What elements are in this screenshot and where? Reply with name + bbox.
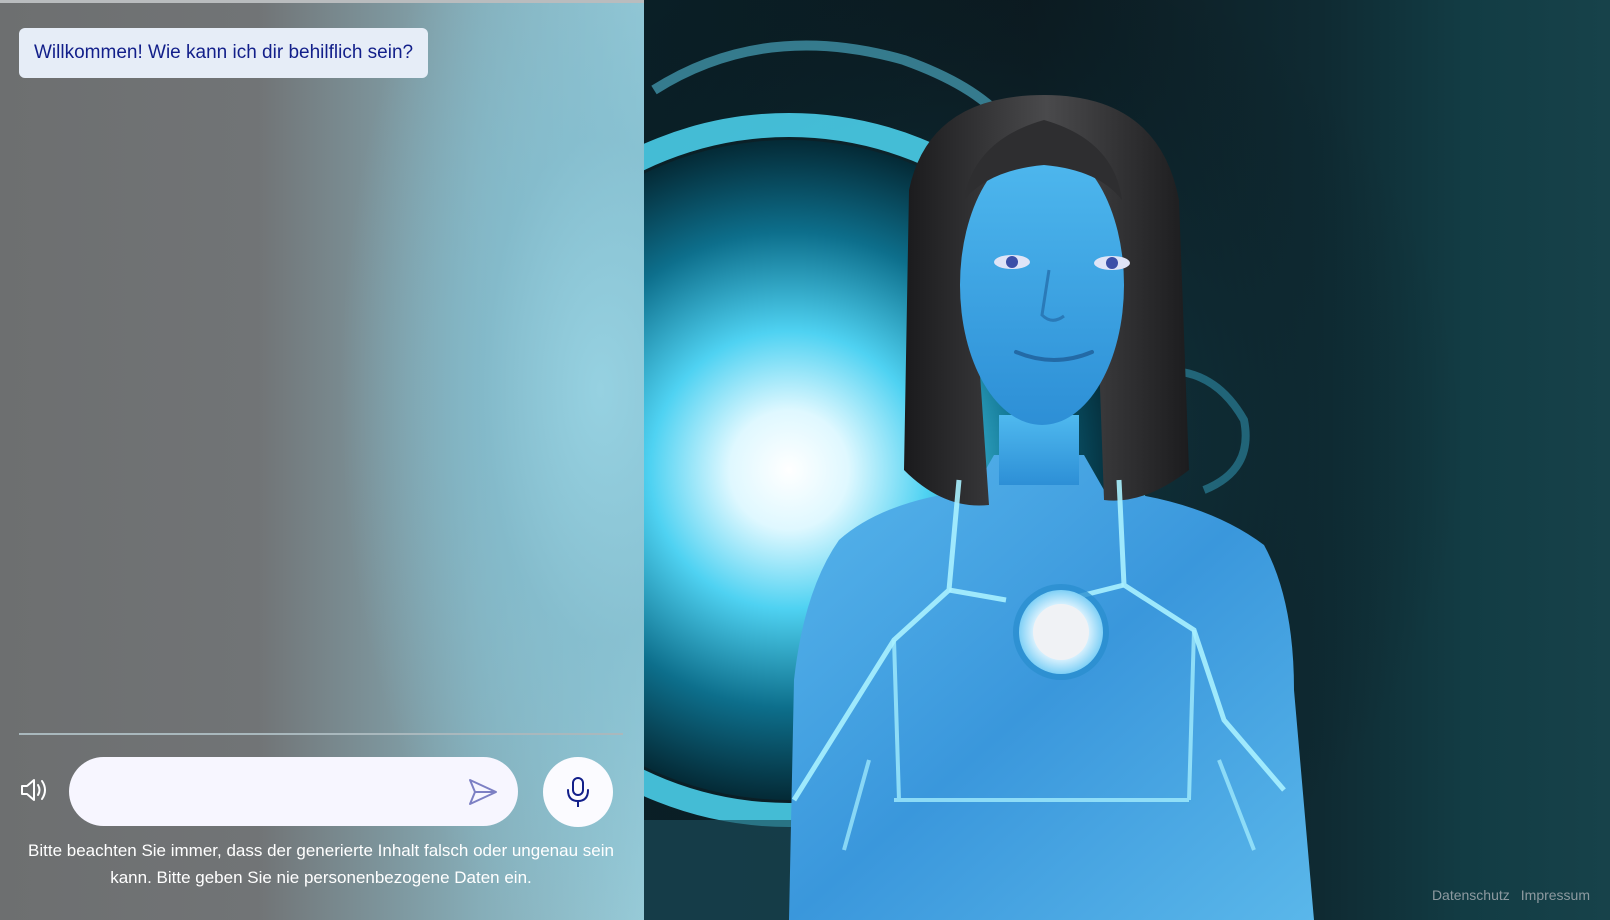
imprint-link[interactable]: Impressum (1521, 887, 1590, 903)
disclaimer-text: Bitte beachten Sie immer, dass der gener… (28, 841, 614, 887)
microphone-button[interactable] (543, 757, 613, 827)
avatar-illustration (644, 0, 1610, 920)
speaker-icon (21, 779, 46, 801)
microphone-icon (567, 777, 589, 807)
speaker-button[interactable] (18, 774, 50, 806)
privacy-link[interactable]: Datenschutz (1432, 887, 1510, 903)
send-icon (469, 779, 497, 805)
avatar-scene: Datenschutz Impressum (644, 0, 1610, 920)
send-button[interactable] (467, 777, 499, 807)
footer-links: Datenschutz Impressum (1432, 887, 1590, 903)
welcome-message-bubble: Willkommen! Wie kann ich dir behilflich … (19, 28, 428, 78)
input-divider (19, 733, 623, 735)
chat-panel: Willkommen! Wie kann ich dir behilflich … (0, 0, 644, 920)
top-divider (0, 0, 644, 3)
message-input[interactable] (95, 773, 455, 809)
message-input-container (69, 757, 518, 826)
